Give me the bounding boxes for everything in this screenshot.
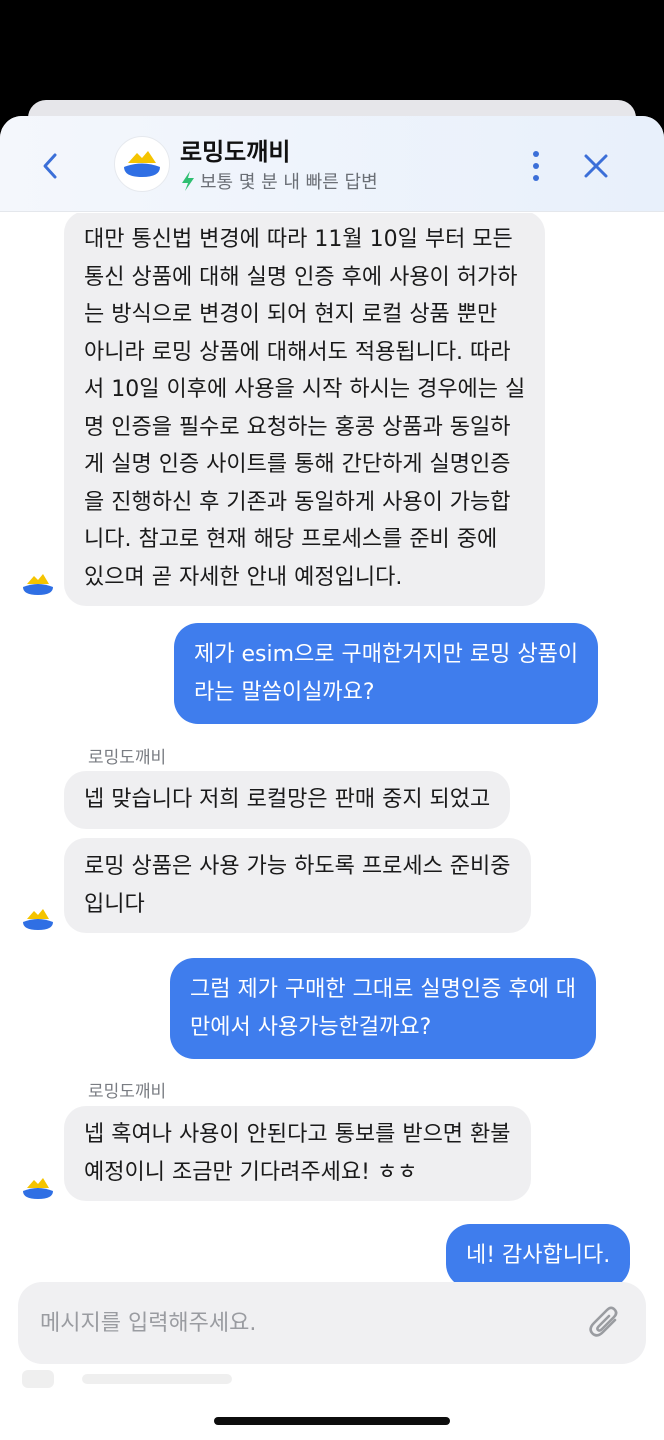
message-line: 서 10일 이후에 사용을 시작 하시는 경우에는 실 bbox=[84, 377, 526, 402]
incoming-message: 대만 통신법 변경에 따라 11월 10일 부터 모든 통신 상품에 대해 실명… bbox=[64, 213, 546, 606]
chat-header: 로밍도깨비 보통 몇 분 내 빠른 답변 bbox=[0, 116, 664, 212]
dokkaebi-avatar-icon bbox=[23, 1178, 53, 1199]
message-line: 네! 감사합니다. bbox=[466, 1243, 611, 1268]
message-list[interactable]: 대만 통신법 변경에 따라 11월 10일 부터 모든 통신 상품에 대해 실명… bbox=[0, 213, 664, 1323]
incoming-message: 넵 혹여나 사용이 안된다고 통보를 받으면 환불 예정이니 조금만 기다려주세… bbox=[64, 1106, 531, 1201]
message-line: 명 인증을 필수로 요청하는 홍콩 상품과 동일하 bbox=[84, 414, 511, 440]
message-composer bbox=[18, 1282, 646, 1364]
paperclip-icon bbox=[589, 1306, 618, 1337]
message-line: 는 방식으로 변경이 되어 현지 로컬 상품 뿐만 bbox=[84, 302, 498, 327]
message-line: 예정이니 조금만 기다려주세요! ㅎㅎ bbox=[84, 1159, 418, 1185]
message-line: 넵 혹여나 사용이 안된다고 통보를 받으면 환불 bbox=[84, 1122, 511, 1147]
attach-button[interactable] bbox=[584, 1302, 626, 1344]
message-line: 아니라 로밍 상품에 대해서도 적용됩니다. 따라 bbox=[84, 339, 511, 365]
response-time-text: 보통 몇 분 내 빠른 답변 bbox=[200, 172, 378, 193]
incoming-message: 넵 맞습니다 저희 로컬망은 판매 중지 되었고 bbox=[64, 771, 511, 829]
close-button[interactable] bbox=[576, 146, 616, 186]
incoming-message: 로밍 상품은 사용 가능 하도록 프로세스 준비중 입니다 bbox=[64, 838, 531, 933]
chat-title: 로밍도깨비 bbox=[180, 138, 291, 166]
message-line: 입니다 bbox=[84, 891, 145, 917]
message-line: 제가 esim으로 구매한거지만 로밍 상품이 bbox=[194, 642, 579, 667]
message-line: 을 진행하신 후 기존과 동일하게 사용이 가능합 bbox=[84, 489, 511, 515]
message-line: 니다. 참고로 현재 해당 프로세스를 준비 중에 bbox=[84, 527, 498, 552]
message-line: 있으며 곧 자세한 안내 예정입니다. bbox=[84, 564, 403, 590]
message-line: 넵 맞습니다 저희 로컬망은 판매 중지 되었고 bbox=[84, 787, 491, 812]
message-input[interactable] bbox=[40, 1282, 580, 1364]
dokkaebi-avatar-icon bbox=[23, 574, 53, 595]
more-options-button[interactable] bbox=[520, 146, 552, 186]
lightning-icon bbox=[182, 171, 194, 191]
close-icon bbox=[584, 154, 608, 178]
more-dot-icon bbox=[533, 151, 539, 157]
sender-name: 로밍도깨비 bbox=[88, 748, 167, 768]
message-line: 대만 통신법 변경에 따라 11월 10일 부터 모든 bbox=[84, 227, 513, 252]
dokkaebi-avatar-icon bbox=[23, 909, 53, 930]
outgoing-message: 그럼 제가 구매한 그대로 실명인증 후에 대 만에서 사용가능한걸까요? bbox=[170, 958, 597, 1059]
back-button[interactable] bbox=[30, 146, 70, 186]
chat-sheet: 로밍도깨비 보통 몇 분 내 빠른 답변 대만 통신법 변경에 따라 11월 1… bbox=[0, 116, 664, 1440]
message-line: 통신 상품에 대해 실명 인증 후에 사용이 허가하 bbox=[84, 264, 518, 290]
more-dot-icon bbox=[533, 163, 539, 169]
message-line: 만에서 사용가능한걸까요? bbox=[190, 1014, 432, 1040]
more-dot-icon bbox=[533, 175, 539, 181]
chevron-left-icon bbox=[43, 153, 57, 179]
response-time-status: 보통 몇 분 내 빠른 답변 bbox=[180, 168, 378, 194]
faded-background-content bbox=[22, 1366, 262, 1392]
sender-name: 로밍도깨비 bbox=[88, 1082, 167, 1102]
message-line: 로밍 상품은 사용 가능 하도록 프로세스 준비중 bbox=[84, 854, 511, 879]
message-line: 게 실명 인증 사이트를 통해 간단하게 실명인증 bbox=[84, 452, 511, 477]
message-line: 그럼 제가 구매한 그대로 실명인증 후에 대 bbox=[190, 977, 577, 1002]
outgoing-message: 네! 감사합니다. bbox=[446, 1224, 631, 1288]
message-line: 라는 말씀이실까요? bbox=[194, 679, 375, 705]
dokkaebi-logo-icon bbox=[124, 151, 160, 177]
avatar bbox=[114, 136, 170, 192]
home-indicator[interactable] bbox=[214, 1417, 450, 1425]
outgoing-message: 제가 esim으로 구매한거지만 로밍 상품이 라는 말씀이실까요? bbox=[174, 623, 599, 724]
